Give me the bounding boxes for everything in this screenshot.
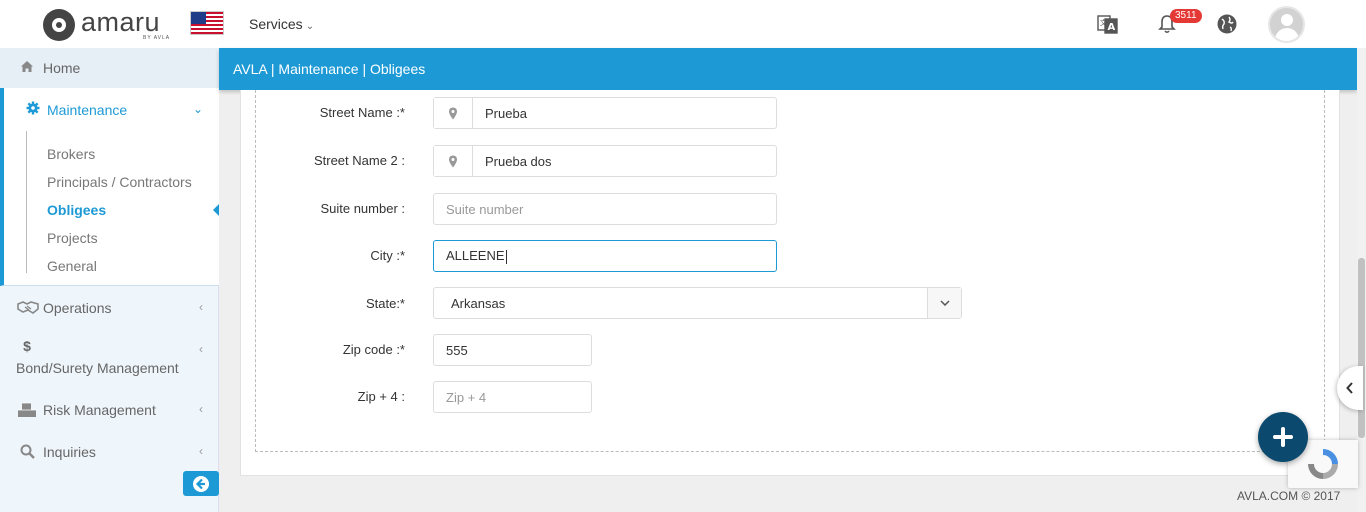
zip-plus-4-field[interactable]: Zip + 4 [433,381,592,413]
sidebar-item-label: Inquiries [43,444,96,460]
search-icon [17,444,37,462]
chevron-left-icon: ‹ [199,342,203,356]
zip-code-field[interactable]: 555 [433,334,592,366]
recaptcha-icon [1308,449,1338,479]
street-name-2-label: Street Name 2 : [313,153,405,168]
chevron-left-icon: ‹ [199,444,203,458]
chevron-down-icon: ⌄ [192,102,203,116]
sidebar-item-label: Bond/Surety Management [16,360,179,376]
dollar-icon: $ [23,338,31,354]
city-value: ALLEENE [446,248,507,264]
notification-badge: 3511 [1170,9,1202,23]
chevron-down-icon: ⌄ [305,21,315,32]
home-icon [17,60,37,76]
chevron-down-icon[interactable] [927,288,961,318]
zip-code-label: Zip code :* [342,342,405,357]
city-field[interactable]: ALLEENE [433,240,777,272]
street-name-2-field[interactable]: Prueba dos [433,145,777,177]
breadcrumb-bar: AVLA | Maintenance | Obligees [219,48,1357,90]
sidebar-item-inquiries[interactable]: Inquiries ‹ [0,434,219,474]
sidebar-subitem-obligees[interactable]: Obligees [47,202,106,218]
form-card: Street Name :* Prueba Street Name 2 : Pr… [240,90,1340,476]
logo-subtext: BY AVLA [143,35,171,41]
sidebar-item-label: Risk Management [43,402,156,418]
sidebar-subitem-general[interactable]: General [47,258,97,274]
sidebar: Home Maintenance ⌄ Brokers Principals / … [0,48,219,512]
top-bar: amaru BY AVLA Services ⌄ A 文 3511 [0,0,1366,48]
cubes-icon [17,402,37,421]
sidebar-item-operations[interactable]: Operations ‹ [0,288,219,328]
globe-icon[interactable] [1215,12,1239,36]
gear-icon [23,101,43,118]
sidebar-subitem-projects[interactable]: Projects [47,230,98,246]
arrow-circle-left-icon [193,475,209,492]
svg-text:A: A [1108,22,1116,33]
zip-plus-4-label: Zip + 4 : [357,389,405,404]
sidebar-item-home[interactable]: Home [0,48,219,88]
zip-plus-4-placeholder: Zip + 4 [446,389,487,405]
zip-code-value: 555 [446,342,468,358]
suite-number-field[interactable]: Suite number [433,193,777,225]
us-flag-icon[interactable] [190,11,224,35]
sidebar-item-label: Home [43,60,81,76]
logo-text: amaru [81,7,161,37]
translate-icon[interactable]: A 文 [1096,12,1120,36]
sidebar-item-maintenance[interactable]: Maintenance ⌄ [0,88,219,131]
sidebar-item-risk[interactable]: Risk Management ‹ [0,392,219,432]
sidebar-item-bond-surety[interactable]: $ Bond/Surety Management ‹ [0,330,219,382]
suite-number-placeholder: Suite number [446,201,524,217]
state-value: Arkansas [451,295,506,311]
user-avatar[interactable] [1268,6,1305,43]
side-panel-toggle[interactable] [1337,366,1363,410]
amaru-logo[interactable]: amaru BY AVLA [43,7,173,41]
logo-mark-icon [43,9,75,41]
suite-number-label: Suite number : [320,201,405,216]
street-name-2-value: Prueba dos [485,153,552,169]
map-marker-icon [434,98,473,128]
address-section [255,90,1325,452]
sidebar-item-label: Operations [43,300,112,316]
chevron-left-icon: ‹ [199,300,203,314]
city-label: City :* [370,248,405,263]
sidebar-item-label: Maintenance [47,102,128,118]
maintenance-submenu: Brokers Principals / Contractors Obligee… [0,131,219,286]
map-marker-icon [434,146,473,176]
chevron-left-icon: ‹ [199,402,203,416]
sidebar-subitem-brokers[interactable]: Brokers [47,146,95,162]
plus-icon [1273,427,1293,447]
breadcrumb: AVLA | Maintenance | Obligees [233,61,426,77]
chevron-left-icon [1346,382,1353,394]
scrollbar-thumb[interactable] [1358,258,1365,438]
svg-text:文: 文 [1100,18,1107,27]
services-label: Services [249,16,303,32]
sidebar-collapse-button[interactable] [183,471,219,496]
services-menu[interactable]: Services ⌄ [249,16,314,32]
street-name-label: Street Name :* [319,105,405,120]
sidebar-subitem-principals[interactable]: Principals / Contractors [47,174,192,190]
footer-copyright: AVLA.COM © 2017 [1237,489,1341,503]
add-button[interactable] [1258,412,1308,462]
state-select[interactable]: Arkansas [433,287,962,319]
state-label: State:* [365,296,405,311]
handshake-icon [17,300,39,317]
street-name-value: Prueba [485,105,527,121]
street-name-field[interactable]: Prueba [433,97,777,129]
